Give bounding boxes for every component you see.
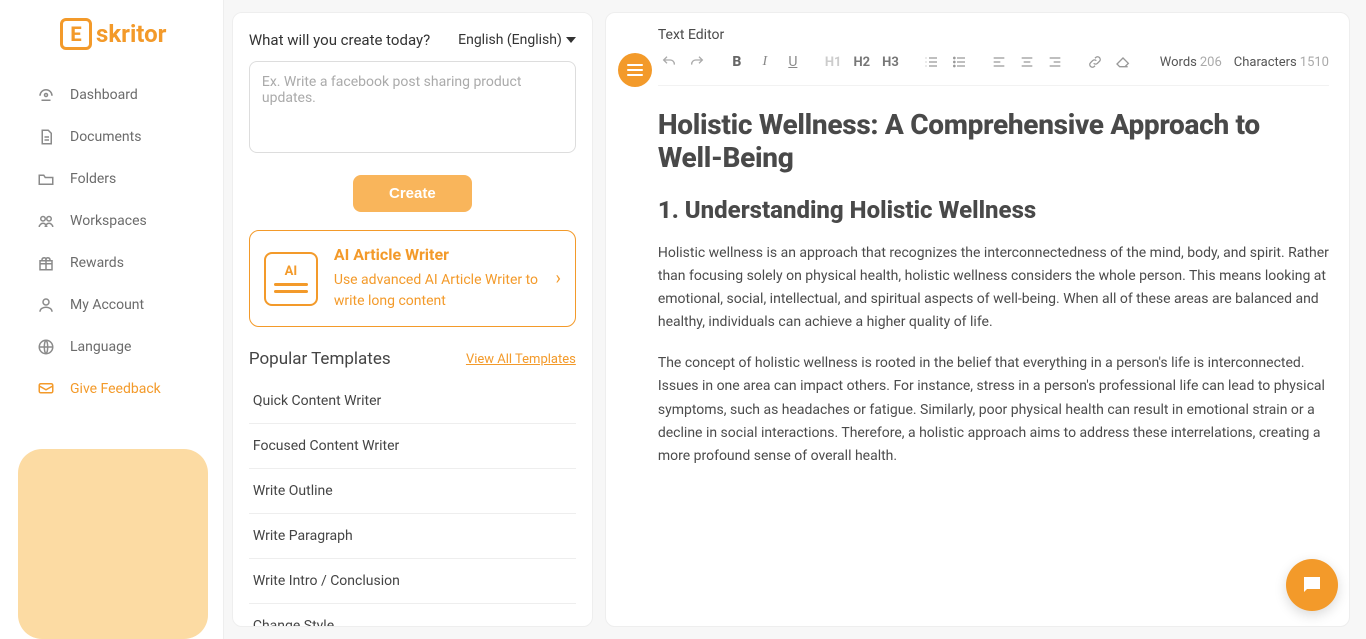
- prompt-input[interactable]: [249, 61, 576, 153]
- bullet-list-button[interactable]: [948, 51, 970, 73]
- sidebar-item-workspaces[interactable]: Workspaces: [0, 200, 223, 242]
- folder-icon: [36, 170, 56, 188]
- caret-down-icon: [566, 37, 576, 43]
- align-left-button[interactable]: [988, 51, 1010, 73]
- user-icon: [36, 296, 56, 314]
- italic-button[interactable]: I: [754, 51, 776, 73]
- sidebar-item-label: Language: [70, 339, 131, 355]
- template-item[interactable]: Write Paragraph: [249, 514, 576, 559]
- sidebar-item-folders[interactable]: Folders: [0, 158, 223, 200]
- sidebar-decoration: [18, 449, 208, 639]
- brand-logo[interactable]: E skritor: [0, 18, 223, 50]
- document-paragraph[interactable]: The concept of holistic wellness is root…: [658, 352, 1329, 467]
- align-center-button[interactable]: [1016, 51, 1038, 73]
- sidebar-item-rewards[interactable]: Rewards: [0, 242, 223, 284]
- create-panel: What will you create today? English (Eng…: [232, 12, 593, 627]
- h1-button[interactable]: H1: [822, 51, 845, 73]
- ai-writer-icon: AI: [264, 252, 318, 306]
- underline-button[interactable]: U: [782, 51, 804, 73]
- ai-writer-title: AI Article Writer: [334, 245, 540, 264]
- view-all-templates-link[interactable]: View All Templates: [466, 352, 576, 367]
- sidebar-item-label: Give Feedback: [70, 381, 161, 397]
- eraser-button[interactable]: [1112, 51, 1134, 73]
- create-button[interactable]: Create: [353, 175, 472, 212]
- document-title[interactable]: Holistic Wellness: A Comprehensive Appro…: [658, 108, 1329, 174]
- editor-toolbar: B I U H1 H2 H3: [658, 51, 1329, 86]
- template-item[interactable]: Write Outline: [249, 469, 576, 514]
- template-item[interactable]: Change Style: [249, 604, 576, 627]
- document-paragraph[interactable]: Holistic wellness is an approach that re…: [658, 242, 1329, 334]
- sidebar-item-label: Workspaces: [70, 213, 147, 229]
- menu-icon: [627, 64, 643, 76]
- editor-menu-button[interactable]: [618, 53, 652, 87]
- template-item[interactable]: Focused Content Writer: [249, 424, 576, 469]
- chars-label: Characters: [1234, 55, 1297, 70]
- bold-button[interactable]: B: [726, 51, 748, 73]
- h3-button[interactable]: H3: [879, 51, 902, 73]
- brand-mark: E: [60, 18, 92, 50]
- word-char-counts: Words206 Characters1510: [1160, 55, 1329, 70]
- sidebar-item-label: Dashboard: [70, 87, 138, 103]
- ai-icon-text: AI: [285, 264, 298, 279]
- chevron-right-icon: ›: [555, 268, 560, 289]
- gift-icon: [36, 254, 56, 272]
- link-button[interactable]: [1084, 51, 1106, 73]
- language-value: English (English): [458, 32, 562, 48]
- words-value: 206: [1200, 55, 1222, 70]
- ai-article-writer-card[interactable]: AI AI Article Writer Use advanced AI Art…: [249, 230, 576, 327]
- template-item[interactable]: Quick Content Writer: [249, 379, 576, 424]
- sidebar-item-dashboard[interactable]: Dashboard: [0, 74, 223, 116]
- globe-icon: [36, 338, 56, 356]
- ai-writer-desc: Use advanced AI Article Writer to write …: [334, 270, 540, 312]
- sidebar-item-language[interactable]: Language: [0, 326, 223, 368]
- sidebar-item-label: Documents: [70, 129, 141, 145]
- chat-support-button[interactable]: [1286, 559, 1338, 611]
- editor-panel: Text Editor B I U H1 H2 H3: [605, 12, 1350, 627]
- undo-button[interactable]: [658, 51, 680, 73]
- template-item[interactable]: Write Intro / Conclusion: [249, 559, 576, 604]
- numbered-list-button[interactable]: [920, 51, 942, 73]
- language-select[interactable]: English (English): [458, 32, 576, 48]
- sidebar-item-label: My Account: [70, 297, 144, 313]
- h2-button[interactable]: H2: [851, 51, 874, 73]
- words-label: Words: [1160, 55, 1197, 70]
- sidebar-item-my-account[interactable]: My Account: [0, 284, 223, 326]
- popular-templates-title: Popular Templates: [249, 349, 391, 369]
- template-list: Quick Content Writer Focused Content Wri…: [249, 379, 576, 627]
- prompt-label: What will you create today?: [249, 31, 430, 49]
- sidebar-item-give-feedback[interactable]: Give Feedback: [0, 368, 223, 410]
- sidebar-item-label: Rewards: [70, 255, 124, 271]
- document-heading[interactable]: 1. Understanding Holistic Wellness: [658, 196, 1329, 224]
- feedback-icon: [36, 380, 56, 398]
- sidebar: E skritor Dashboard Documents Folders W: [0, 0, 224, 639]
- brand-name: skritor: [96, 20, 166, 48]
- sidebar-item-documents[interactable]: Documents: [0, 116, 223, 158]
- chars-value: 1510: [1300, 55, 1329, 70]
- gauge-icon: [36, 86, 56, 104]
- sidebar-nav: Dashboard Documents Folders Workspaces R…: [0, 74, 223, 410]
- chat-icon: [1300, 573, 1324, 597]
- redo-button[interactable]: [686, 51, 708, 73]
- editor-label: Text Editor: [658, 27, 1329, 43]
- align-right-button[interactable]: [1044, 51, 1066, 73]
- sidebar-item-label: Folders: [70, 171, 116, 187]
- users-icon: [36, 212, 56, 230]
- document-icon: [36, 128, 56, 146]
